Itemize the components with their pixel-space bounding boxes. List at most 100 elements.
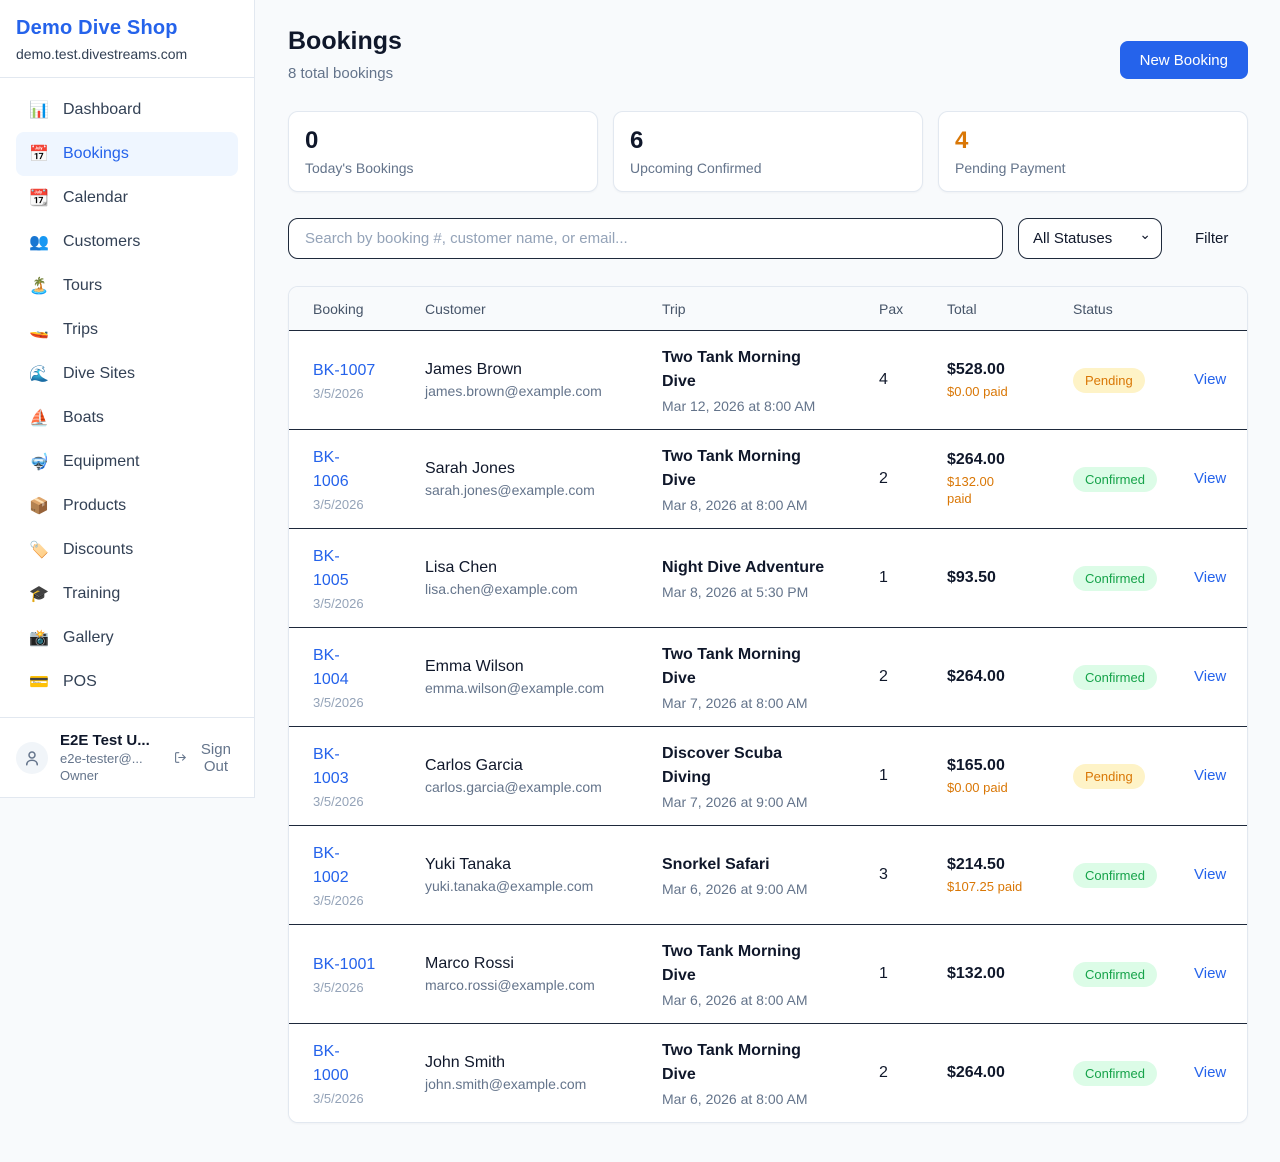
view-link[interactable]: View: [1194, 569, 1226, 586]
column-header-trip: Trip: [662, 301, 879, 317]
user-section: E2E Test U... e2e-tester@... Owner Sign …: [0, 717, 254, 797]
view-link[interactable]: View: [1194, 470, 1226, 487]
calendar-icon: 📆: [28, 188, 50, 208]
booking-link[interactable]: BK- 1006: [313, 446, 349, 494]
status-badge: Confirmed: [1073, 962, 1157, 987]
status-cell: Pending: [1073, 764, 1194, 789]
sidebar-item-gallery[interactable]: 📸Gallery: [16, 616, 238, 660]
customer-email: sarah.jones@example.com: [425, 482, 648, 498]
status-badge: Confirmed: [1073, 1061, 1157, 1086]
filter-button[interactable]: Filter: [1195, 230, 1228, 247]
sidebar-item-boats[interactable]: ⛵Boats: [16, 396, 238, 440]
page-header: Bookings 8 total bookings New Booking: [288, 27, 1248, 82]
sign-out-label: Sign Out: [194, 741, 238, 775]
total-cell: $132.00: [947, 965, 1073, 983]
user-name: E2E Test U...: [60, 732, 156, 749]
table-row: BK- 10033/5/2026Carlos Garciacarlos.garc…: [289, 726, 1247, 825]
sidebar-item-pos[interactable]: 💳 POS: [16, 660, 238, 704]
customer-email: carlos.garcia@example.com: [425, 779, 648, 795]
sign-out-button[interactable]: Sign Out: [174, 741, 238, 775]
total-amount: $528.00: [947, 361, 1059, 379]
sidebar-item-trips[interactable]: 🚤Trips: [16, 308, 238, 352]
total-amount: $132.00: [947, 965, 1059, 983]
sidebar-item-calendar[interactable]: 📆 Calendar: [16, 176, 238, 220]
trip-cell: Night Dive Adventure Mar 8, 2026 at 5:30 …: [662, 556, 879, 600]
sidebar-item-customers[interactable]: 👥 Customers: [16, 220, 238, 264]
trip-name: Snorkel Safari: [662, 853, 865, 877]
pax-cell: 1: [879, 569, 947, 587]
filter-row: All Statuses ⌄ Filter: [288, 218, 1248, 259]
trip-name: Two Tank Morning Dive: [662, 643, 865, 691]
sidebar-item-dive-sites[interactable]: 🌊Dive Sites: [16, 352, 238, 396]
total-amount: $214.50: [947, 856, 1059, 874]
trip-name: Two Tank Morning Dive: [662, 940, 865, 988]
customers-icon: 👥: [28, 232, 50, 252]
logout-icon: [174, 749, 187, 766]
sidebar-item-label: Customers: [63, 233, 140, 251]
trip-cell: Discover Scuba DivingMar 7, 2026 at 9:00…: [662, 742, 879, 810]
table-body: BK-10073/5/2026James Brownjames.brown@ex…: [289, 330, 1247, 1122]
sidebar-item-label: Bookings: [63, 145, 129, 163]
user-email: e2e-tester@...: [60, 751, 156, 766]
total-amount: $264.00: [947, 1064, 1059, 1082]
sidebar-item-products[interactable]: 📦Products: [16, 484, 238, 528]
status-badge: Confirmed: [1073, 665, 1157, 690]
customer-name: James Brown: [425, 361, 648, 379]
stat-label: Upcoming Confirmed: [630, 160, 906, 176]
view-link[interactable]: View: [1194, 371, 1226, 388]
sidebar-nav: 📊Dashboard📅Bookings 📆 Calendar 👥 Customers 🏝️…: [0, 78, 254, 714]
trip-cell: Two Tank Morning DiveMar 6, 2026 at 8:00…: [662, 1039, 879, 1107]
booking-link[interactable]: BK- 1000: [313, 1040, 349, 1088]
sidebar-item-discounts[interactable]: 🏷️Discounts: [16, 528, 238, 572]
dive-sites-icon: 🌊: [28, 364, 50, 384]
trips-icon: 🚤: [28, 320, 50, 340]
gallery-icon: 📸: [28, 628, 50, 648]
action-cell: View: [1194, 866, 1240, 884]
sidebar-item-training[interactable]: 🎓Training: [16, 572, 238, 616]
booking-link[interactable]: BK- 1004: [313, 644, 349, 692]
total-cell: $214.50$107.25 paid: [947, 856, 1073, 895]
status-cell: Pending: [1073, 368, 1194, 393]
booking-link[interactable]: BK- 1005: [313, 545, 349, 593]
brand-name: Demo Dive Shop: [16, 17, 238, 40]
pax-cell: 3: [879, 866, 947, 884]
sidebar-item-equipment[interactable]: 🤿Equipment: [16, 440, 238, 484]
booking-link[interactable]: BK- 1002: [313, 842, 349, 890]
booking-link[interactable]: BK- 1003: [313, 743, 349, 791]
sidebar-item-label: POS: [63, 673, 97, 691]
pax-cell: 1: [879, 965, 947, 983]
sidebar-item-tours[interactable]: 🏝️Tours: [16, 264, 238, 308]
pax-cell: 2: [879, 668, 947, 686]
new-booking-button[interactable]: New Booking: [1120, 41, 1248, 79]
trip-date: Mar 8, 2026 at 5:30 PM: [662, 584, 865, 600]
status-badge: Pending: [1073, 368, 1145, 393]
trip-name: Two Tank Morning Dive: [662, 445, 865, 493]
tours-icon: 🏝️: [28, 276, 50, 296]
view-link[interactable]: View: [1194, 866, 1226, 883]
sidebar-item-label: Calendar: [63, 189, 128, 207]
search-input[interactable]: [288, 218, 1003, 259]
booking-date: 3/5/2026: [313, 980, 411, 995]
main-content: Bookings 8 total bookings New Booking 0 …: [255, 0, 1280, 1155]
booking-link[interactable]: BK-1007: [313, 359, 375, 383]
view-link[interactable]: View: [1194, 767, 1226, 784]
paid-amount: $0.00 paid: [947, 383, 1059, 400]
booking-cell: BK- 10063/5/2026: [313, 446, 425, 512]
view-link[interactable]: View: [1194, 668, 1226, 685]
stat-label: Today's Bookings: [305, 160, 581, 176]
sidebar-item-bookings[interactable]: 📅Bookings: [16, 132, 238, 176]
action-cell: View: [1194, 1064, 1240, 1082]
pos-icon: 💳: [28, 672, 50, 692]
customer-cell: Lisa Chenlisa.chen@example.com: [425, 559, 662, 597]
status-filter-select[interactable]: All Statuses: [1018, 218, 1162, 259]
total-amount: $264.00: [947, 668, 1059, 686]
view-link[interactable]: View: [1194, 1064, 1226, 1081]
booking-link[interactable]: BK-1001: [313, 953, 375, 977]
sidebar-item-dashboard[interactable]: 📊Dashboard: [16, 88, 238, 132]
pax-cell: 4: [879, 371, 947, 389]
action-cell: View: [1194, 767, 1240, 785]
trip-name: Night Dive Adventure: [662, 556, 865, 580]
booking-date: 3/5/2026: [313, 1091, 411, 1106]
total-cell: $264.00: [947, 668, 1073, 686]
view-link[interactable]: View: [1194, 965, 1226, 982]
